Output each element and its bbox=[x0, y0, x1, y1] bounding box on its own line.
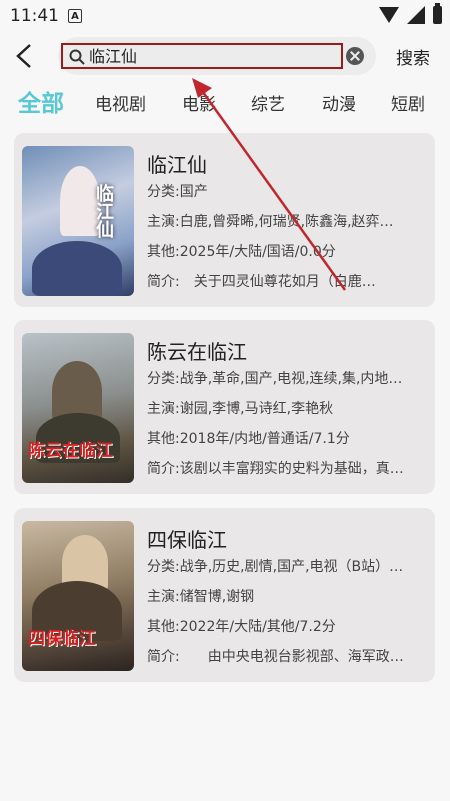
status-bar: 11:41 A bbox=[0, 0, 450, 34]
cast-row: 主演:储智博,谢钢 bbox=[147, 586, 429, 606]
clear-icon[interactable] bbox=[346, 47, 364, 65]
cast-value: 谢园,李博,马诗红,李艳秋 bbox=[179, 401, 334, 417]
back-arrow-icon bbox=[16, 44, 31, 68]
category-tabs: 全部 电视剧 电影 综艺 动漫 短剧 bbox=[0, 84, 450, 118]
notification-a-icon: A bbox=[68, 9, 82, 23]
cast-value: 储智博,谢钢 bbox=[179, 589, 255, 605]
search-header: 临江仙 搜索 bbox=[0, 34, 450, 78]
genre-value: 国产 bbox=[179, 184, 208, 200]
intro-row: 简介:该剧以丰富翔实的史料为基础，真… bbox=[147, 458, 429, 478]
genre-row: 分类:战争,革命,国产,电视,连续,集,内地… bbox=[147, 368, 429, 388]
other-row: 其他:2025年/大陆/国语/0.0分 bbox=[147, 241, 429, 261]
intro-value: 由中央电视台影视部、海军政… bbox=[179, 649, 404, 665]
search-button[interactable]: 搜索 bbox=[396, 44, 430, 69]
other-label: 其他: bbox=[147, 619, 180, 635]
intro-row: 简介: 关于四灵仙尊花如月（白鹿… bbox=[147, 271, 429, 291]
tab-anime[interactable]: 动漫 bbox=[322, 90, 356, 115]
cast-value: 白鹿,曾舜晞,何瑞贤,陈鑫海,赵弈… bbox=[179, 214, 394, 230]
result-card[interactable]: 陈云在临江 陈云在临江 分类:战争,革命,国产,电视,连续,集,内地… 主演:谢… bbox=[14, 320, 435, 494]
intro-label: 简介: bbox=[147, 274, 180, 290]
genre-label: 分类: bbox=[147, 371, 180, 387]
tab-tv[interactable]: 电视剧 bbox=[95, 90, 146, 115]
genre-label: 分类: bbox=[147, 184, 180, 200]
genre-value: 战争,革命,国产,电视,连续,集,内地… bbox=[179, 371, 403, 387]
intro-value: 该剧以丰富翔实的史料为基础，真… bbox=[179, 461, 404, 477]
other-row: 其他:2022年/大陆/其他/7.2分 bbox=[147, 616, 429, 636]
genre-row: 分类:国产 bbox=[147, 181, 429, 201]
back-button[interactable] bbox=[12, 42, 38, 70]
cast-row: 主演:谢园,李博,马诗红,李艳秋 bbox=[147, 398, 429, 418]
poster-title: 陈云在临江 bbox=[28, 441, 113, 461]
poster-image[interactable]: 四保临江 bbox=[22, 521, 134, 671]
other-value: 2022年/大陆/其他/7.2分 bbox=[179, 619, 336, 635]
poster-title: 四保临江 bbox=[28, 629, 96, 649]
battery-icon bbox=[433, 3, 442, 24]
poster-image[interactable]: 临江仙 bbox=[22, 146, 134, 296]
poster-image[interactable]: 陈云在临江 bbox=[22, 333, 134, 483]
intro-label: 简介: bbox=[147, 461, 180, 477]
cast-row: 主演:白鹿,曾舜晞,何瑞贤,陈鑫海,赵弈… bbox=[147, 211, 429, 231]
other-label: 其他: bbox=[147, 244, 180, 260]
search-input-highlight[interactable]: 临江仙 bbox=[61, 43, 343, 69]
cast-label: 主演: bbox=[147, 401, 180, 417]
tab-all[interactable]: 全部 bbox=[18, 84, 64, 118]
wifi-icon bbox=[379, 7, 399, 23]
other-row: 其他:2018年/内地/普通话/7.1分 bbox=[147, 428, 429, 448]
intro-label: 简介: bbox=[147, 649, 180, 665]
intro-row: 简介: 由中央电视台影视部、海军政… bbox=[147, 646, 429, 666]
tab-short[interactable]: 短剧 bbox=[391, 90, 425, 115]
genre-value: 战争,历史,剧情,国产,电视（B站）… bbox=[179, 559, 404, 575]
poster-title: 临江仙 bbox=[93, 184, 114, 238]
cast-label: 主演: bbox=[147, 589, 180, 605]
result-title[interactable]: 四保临江 bbox=[147, 524, 227, 553]
other-value: 2018年/内地/普通话/7.1分 bbox=[179, 431, 350, 447]
result-title[interactable]: 临江仙 bbox=[147, 149, 207, 178]
result-card[interactable]: 四保临江 四保临江 分类:战争,历史,剧情,国产,电视（B站）… 主演:储智博,… bbox=[14, 508, 435, 682]
status-time: 11:41 bbox=[10, 6, 59, 26]
intro-value: 关于四灵仙尊花如月（白鹿… bbox=[179, 274, 376, 290]
result-title[interactable]: 陈云在临江 bbox=[147, 336, 247, 365]
other-value: 2025年/大陆/国语/0.0分 bbox=[179, 244, 336, 260]
result-card[interactable]: 临江仙 临江仙 分类:国产 主演:白鹿,曾舜晞,何瑞贤,陈鑫海,赵弈… 其他:2… bbox=[14, 133, 435, 307]
tab-variety[interactable]: 综艺 bbox=[251, 90, 285, 115]
search-input[interactable]: 临江仙 bbox=[89, 45, 137, 69]
genre-row: 分类:战争,历史,剧情,国产,电视（B站）… bbox=[147, 556, 429, 576]
search-bar[interactable]: 临江仙 bbox=[58, 37, 376, 75]
poster-figure bbox=[52, 361, 102, 421]
genre-label: 分类: bbox=[147, 559, 180, 575]
tab-movie[interactable]: 电影 bbox=[182, 90, 216, 115]
search-icon bbox=[69, 49, 85, 65]
status-icons bbox=[379, 3, 442, 24]
other-label: 其他: bbox=[147, 431, 180, 447]
poster-figure bbox=[32, 241, 122, 296]
signal-icon bbox=[407, 6, 425, 24]
cast-label: 主演: bbox=[147, 214, 180, 230]
